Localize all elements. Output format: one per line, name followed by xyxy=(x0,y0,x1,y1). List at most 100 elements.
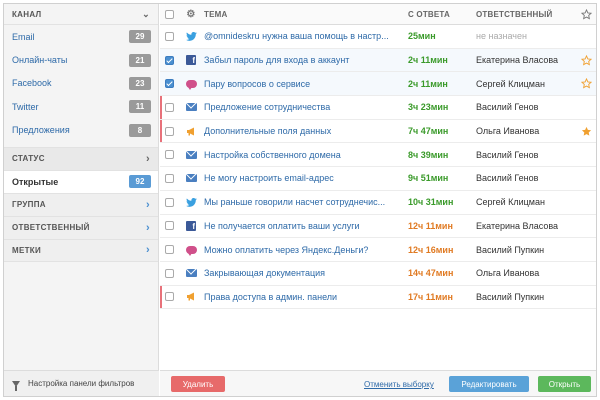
funnel-icon xyxy=(12,380,20,391)
row-check-cell xyxy=(160,102,178,112)
row-checkbox[interactable] xyxy=(164,102,174,112)
app-window: КАНАЛ ⌄ Email 29 Онлайн-чаты 21 Facebook 23 Tw… xyxy=(3,3,597,397)
row-checkbox[interactable] xyxy=(164,173,174,183)
time-since-reply: 2ч 11мин xyxy=(408,78,448,89)
ticket-subject-link[interactable]: Закрывающая документация xyxy=(204,268,408,278)
ticket-subject-link[interactable]: Права доступа в админ. панели xyxy=(204,292,408,302)
table-header: ⚙ ТЕМА С ОТВЕТА ОТВЕТСТВЕННЫЙ xyxy=(160,4,596,25)
row-checkbox[interactable] xyxy=(164,126,174,136)
delete-button[interactable]: Удалить xyxy=(171,376,225,392)
select-all-checkbox[interactable] xyxy=(164,9,174,19)
status-open-count: 92 xyxy=(129,175,151,189)
row-checkbox[interactable] xyxy=(164,268,174,278)
channel-icon-cell xyxy=(178,103,204,112)
column-subject[interactable]: ТЕМА xyxy=(204,10,408,19)
responsible-filter-title: ОТВЕТСТВЕННЫЙ xyxy=(12,223,90,233)
table-row[interactable]: Можно оплатить через Яндекс.Деньги? 12ч 1… xyxy=(160,238,596,262)
star-toggle[interactable] xyxy=(576,54,596,66)
channel-item[interactable]: Онлайн-чаты 21 xyxy=(4,48,158,71)
star-toggle[interactable] xyxy=(576,78,596,89)
channel-icon-cell xyxy=(178,150,204,159)
time-since-reply: 3ч 23мин xyxy=(408,102,449,113)
row-checkbox[interactable] xyxy=(164,55,174,65)
ticket-subject-link[interactable]: Забыл пароль для входа в аккаунт xyxy=(204,55,408,65)
row-checkbox[interactable] xyxy=(164,245,174,255)
channel-filter-header[interactable]: КАНАЛ ⌄ xyxy=(4,4,158,25)
channel-count: 8 xyxy=(129,123,151,137)
column-star[interactable] xyxy=(576,8,596,20)
ticket-subject-link[interactable]: @omnideskru нужна ваша помощь в настр... xyxy=(204,31,408,41)
status-filter-header[interactable]: СТАТУС › xyxy=(4,146,158,170)
responsible-name: Василий Генов xyxy=(476,149,539,160)
row-checkbox[interactable] xyxy=(164,79,174,89)
star-filled-icon xyxy=(581,126,591,136)
channel-count: 21 xyxy=(129,53,151,67)
time-since-reply: 7ч 47мин xyxy=(408,126,449,137)
channel-filter-title: КАНАЛ xyxy=(12,9,42,19)
time-since-reply: 17ч 11мин xyxy=(408,291,453,302)
responsible-name: Василий Пупкин xyxy=(476,244,545,255)
filter-sidebar: КАНАЛ ⌄ Email 29 Онлайн-чаты 21 Facebook 23 Tw… xyxy=(4,4,159,396)
responsible-name: Сергей Клицман xyxy=(476,78,545,89)
channel-icon-cell xyxy=(178,79,204,90)
star-toggle[interactable] xyxy=(576,126,596,137)
table-body: @omnideskru нужна ваша помощь в настр...… xyxy=(160,25,596,310)
table-row[interactable]: Предложение сотрудничества 3ч 23мин Васили… xyxy=(160,96,596,120)
group-filter-header[interactable]: ГРУППА › xyxy=(4,192,158,216)
row-checkbox[interactable] xyxy=(164,221,174,231)
star-outline-icon xyxy=(580,78,592,89)
table-row[interactable]: f Забыл пароль для входа в аккаунт 2ч 11ми… xyxy=(160,48,596,73)
ticket-subject-link[interactable]: Мы раньше говорили насчет сотруднечис... xyxy=(204,197,408,207)
column-responsible[interactable]: ОТВЕТСТВЕННЫЙ xyxy=(476,10,576,19)
channel-item[interactable]: Facebook 23 xyxy=(4,72,158,95)
table-row[interactable]: f Не получается оплатить ваши услуги 12ч 1… xyxy=(160,215,596,239)
table-row[interactable]: Пару вопросов о сервисе 2ч 11мин Сергей Кл… xyxy=(160,72,596,97)
gear-icon[interactable]: ⚙ xyxy=(186,9,195,20)
row-checkbox[interactable] xyxy=(164,150,174,160)
time-since-reply: 8ч 39мин xyxy=(408,149,449,160)
table-row[interactable]: Мы раньше говорили насчет сотруднечис...… xyxy=(160,191,596,215)
edit-button[interactable]: Редактировать xyxy=(449,376,529,392)
channel-icon-cell: f xyxy=(178,220,204,231)
status-open-item[interactable]: Открытые 92 xyxy=(4,169,158,193)
table-row[interactable]: Настройка собственного домена 8ч 39мин Вас… xyxy=(160,143,596,168)
responsible-name: Василий Пупкин xyxy=(476,291,545,302)
chat-icon xyxy=(185,79,197,90)
ticket-subject-link[interactable]: Можно оплатить через Яндекс.Деньги? xyxy=(204,245,408,255)
open-button[interactable]: Открыть xyxy=(538,376,591,392)
responsible-name: Василий Генов xyxy=(476,102,539,113)
row-check-cell xyxy=(160,79,178,89)
table-row[interactable]: Дополнительные поля данных 7ч 47мин Ольга … xyxy=(160,119,596,144)
chevron-right-icon: › xyxy=(146,244,150,257)
ticket-subject-link[interactable]: Пару вопросов о сервисе xyxy=(204,79,408,89)
table-row[interactable]: Закрывающая документация 14ч 47мин Ольга И… xyxy=(160,262,596,286)
ticket-subject-link[interactable]: Не могу настроить email-адрес xyxy=(204,173,408,183)
row-checkbox[interactable] xyxy=(164,292,174,302)
clear-selection-link[interactable]: Отменить выборку xyxy=(364,380,434,389)
ticket-subject-link[interactable]: Дополнительные поля данных xyxy=(204,126,408,136)
time-since-reply: 25мин xyxy=(408,31,436,42)
ticket-subject-link[interactable]: Предложение сотрудничества xyxy=(204,102,408,112)
ticket-subject-link[interactable]: Не получается оплатить ваши услуги xyxy=(204,221,408,231)
ticket-table: ⚙ ТЕМА С ОТВЕТА ОТВЕТСТВЕННЫЙ @omnideskr… xyxy=(160,4,596,396)
channel-item[interactable]: Предложения 8 xyxy=(4,119,158,142)
row-checkbox[interactable] xyxy=(164,31,174,41)
ticket-subject-link[interactable]: Настройка собственного домена xyxy=(204,150,408,160)
table-row[interactable]: Права доступа в админ. панели 17ч 11мин Ва… xyxy=(160,285,596,310)
time-since-reply: 9ч 51мин xyxy=(408,173,449,184)
row-check-cell xyxy=(160,245,178,255)
action-toolbar: Удалить Отменить выборку Редактировать О… xyxy=(160,370,596,396)
table-row[interactable]: @omnideskru нужна ваша помощь в настр...… xyxy=(160,25,596,49)
filter-settings-button[interactable]: Настройка панели фильтров xyxy=(4,370,159,396)
channel-item[interactable]: Email 29 xyxy=(4,25,158,48)
twitter-icon xyxy=(185,31,197,41)
status-filter-title: СТАТУС xyxy=(12,154,45,164)
column-since-reply[interactable]: С ОТВЕТА xyxy=(408,10,476,19)
row-checkbox[interactable] xyxy=(164,197,174,207)
time-since-reply: 14ч 47мин xyxy=(408,268,454,279)
responsible-filter-header[interactable]: ОТВЕТСТВЕННЫЙ › xyxy=(4,215,158,239)
star-outline-icon xyxy=(580,54,592,66)
table-row[interactable]: Не могу настроить email-адрес 9ч 51мин Вас… xyxy=(160,167,596,191)
tags-filter-header[interactable]: МЕТКИ › xyxy=(4,238,158,262)
channel-item[interactable]: Twitter 11 xyxy=(4,95,158,118)
